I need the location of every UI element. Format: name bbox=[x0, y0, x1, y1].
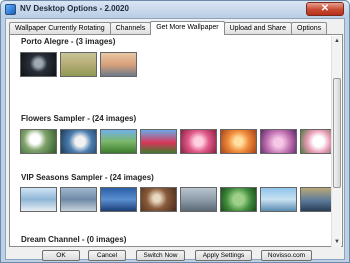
client-area: Wallpaper Currently Rotating Channels Ge… bbox=[5, 18, 345, 261]
wallpaper-thumbnail[interactable] bbox=[300, 129, 332, 154]
group-thumbs-porto-alegre bbox=[20, 52, 137, 77]
options-window: NV Desktop Options - 2.0020 ✕ Wallpaper … bbox=[0, 0, 350, 263]
wallpaper-thumbnail[interactable] bbox=[180, 129, 217, 154]
app-icon bbox=[5, 4, 16, 15]
wallpaper-thumbnail[interactable] bbox=[220, 187, 257, 212]
window-title: NV Desktop Options - 2.0020 bbox=[20, 4, 129, 13]
apply-settings-button[interactable]: Apply Settings bbox=[195, 250, 252, 261]
novisso-button[interactable]: Novisso.com bbox=[261, 250, 312, 261]
group-thumbs-flowers-sampler bbox=[20, 129, 332, 154]
wallpaper-thumbnail[interactable] bbox=[20, 187, 57, 212]
wallpaper-thumbnail[interactable] bbox=[60, 129, 97, 154]
ok-button[interactable]: OK bbox=[42, 250, 80, 261]
wallpaper-thumbnail[interactable] bbox=[60, 52, 97, 77]
wallpaper-thumbnail[interactable] bbox=[140, 129, 177, 154]
wallpaper-thumbnail[interactable] bbox=[180, 187, 217, 212]
group-thumbs-vip-seasons-sampler bbox=[20, 187, 332, 212]
group-title-vip-seasons-sampler: VIP Seasons Sampler - (24 images) bbox=[21, 173, 154, 182]
group-title-dream-channel: Dream Channel - (0 images) bbox=[21, 235, 127, 244]
wallpaper-thumbnail[interactable] bbox=[60, 187, 97, 212]
wallpaper-thumbnail[interactable] bbox=[20, 52, 57, 77]
wallpaper-thumbnail[interactable] bbox=[100, 187, 137, 212]
cancel-button[interactable]: Cancel bbox=[88, 250, 126, 261]
wallpaper-thumbnail[interactable] bbox=[140, 187, 177, 212]
close-button[interactable]: ✕ bbox=[306, 2, 344, 16]
group-title-flowers-sampler: Flowers Sampler - (24 images) bbox=[21, 114, 137, 123]
vertical-scrollbar[interactable]: ▲ ▼ bbox=[331, 36, 341, 247]
wallpaper-thumbnail[interactable] bbox=[100, 52, 137, 77]
wallpaper-thumbnail[interactable] bbox=[220, 129, 257, 154]
wallpaper-thumbnail[interactable] bbox=[100, 129, 137, 154]
wallpaper-thumbnail[interactable] bbox=[20, 129, 57, 154]
tab-get-more-wallpaper[interactable]: Get More Wallpaper bbox=[150, 21, 225, 35]
button-bar: OK Cancel Switch Now Apply Settings Novi… bbox=[6, 250, 344, 261]
wallpaper-list: Porto Alegre - (3 images) Flowers Sample… bbox=[14, 36, 332, 247]
scroll-up-icon[interactable]: ▲ bbox=[332, 36, 342, 46]
scrollbar-thumb[interactable] bbox=[333, 78, 341, 188]
wallpaper-thumbnail[interactable] bbox=[260, 187, 297, 212]
wallpaper-thumbnail[interactable] bbox=[300, 187, 332, 212]
scroll-down-icon[interactable]: ▼ bbox=[332, 237, 342, 247]
title-bar[interactable]: NV Desktop Options - 2.0020 ✕ bbox=[1, 1, 349, 18]
tab-strip: Wallpaper Currently Rotating Channels Ge… bbox=[9, 21, 328, 35]
switch-now-button[interactable]: Switch Now bbox=[136, 250, 185, 261]
wallpaper-thumbnail[interactable] bbox=[260, 129, 297, 154]
tab-panel: Porto Alegre - (3 images) Flowers Sample… bbox=[9, 34, 343, 247]
group-title-porto-alegre: Porto Alegre - (3 images) bbox=[21, 37, 116, 46]
